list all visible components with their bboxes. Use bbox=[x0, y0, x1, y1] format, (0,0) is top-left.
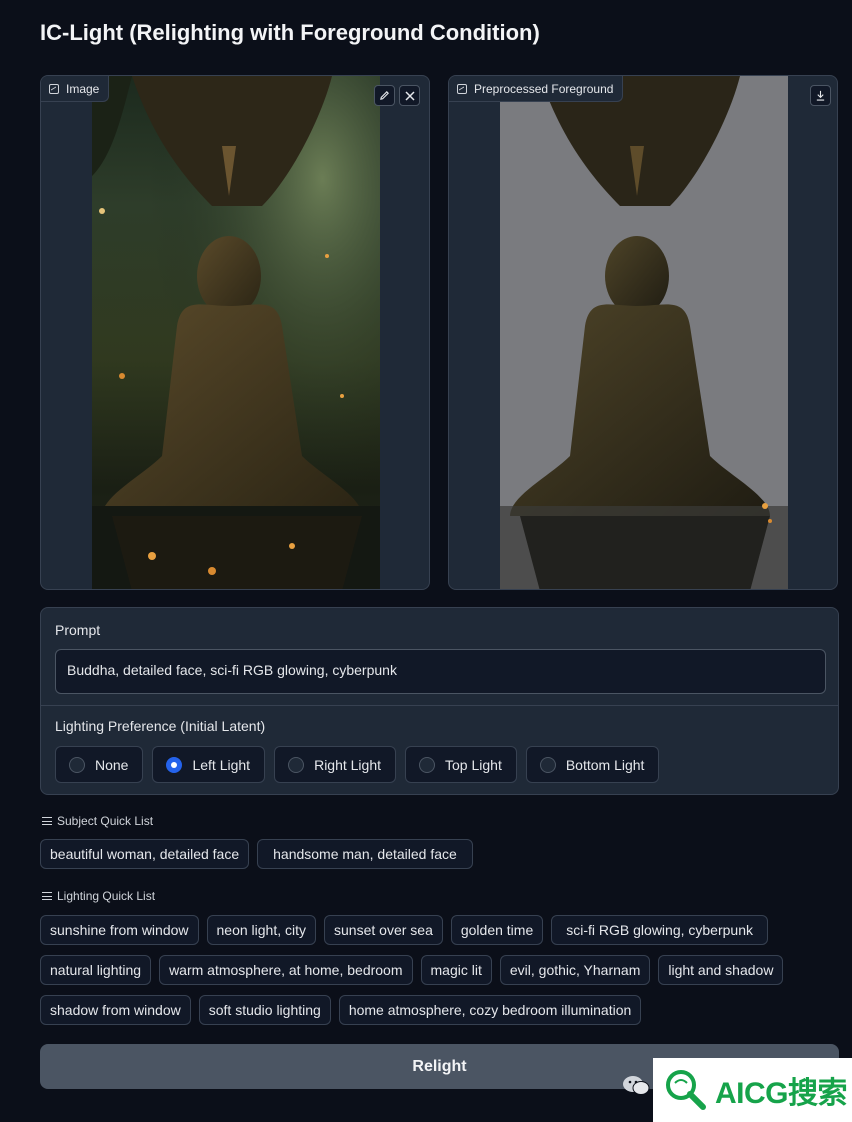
radio-dot bbox=[288, 756, 305, 773]
lighting-preference-radio-group: None Left Light Right Light Top Light Bo… bbox=[55, 746, 660, 783]
image-panel-label-text: Image bbox=[66, 81, 100, 96]
prompt-section: Prompt Buddha, detailed face, sci-fi RGB… bbox=[40, 607, 839, 795]
prompt-input[interactable]: Buddha, detailed face, sci-fi RGB glowin… bbox=[55, 649, 826, 694]
subject-chip[interactable]: handsome man, detailed face bbox=[257, 839, 473, 869]
image-panel-label: Image bbox=[41, 76, 110, 102]
download-button[interactable] bbox=[810, 85, 831, 106]
subject-quick-list-label-text: Subject Quick List bbox=[57, 814, 154, 828]
radio-label: Bottom Light bbox=[565, 756, 645, 773]
buddha-foreground-image bbox=[500, 76, 788, 589]
lighting-chip[interactable]: evil, gothic, Yharnam bbox=[499, 955, 651, 985]
lighting-chip[interactable]: natural lighting bbox=[40, 955, 152, 985]
input-image bbox=[92, 76, 380, 589]
subject-quick-list-label: Subject Quick List bbox=[42, 814, 153, 828]
radio-label: Top Light bbox=[445, 756, 502, 773]
buddha-statue-image bbox=[92, 76, 380, 589]
image-upload-panel[interactable]: Image bbox=[40, 75, 430, 590]
lighting-chip[interactable]: home atmosphere, cozy bedroom illuminati… bbox=[338, 995, 642, 1025]
radio-left-light[interactable]: Left Light bbox=[152, 746, 266, 783]
list-icon bbox=[42, 892, 52, 900]
radio-dot-selected bbox=[166, 756, 183, 773]
clear-image-button[interactable] bbox=[399, 85, 420, 106]
radio-label: None bbox=[95, 756, 129, 773]
subject-chip[interactable]: beautiful woman, detailed face bbox=[40, 839, 250, 869]
watermark-text: AICG搜索 bbox=[715, 1077, 848, 1110]
lighting-chip[interactable]: light and shadow bbox=[658, 955, 784, 985]
image-icon bbox=[457, 83, 467, 94]
radio-dot bbox=[419, 756, 436, 773]
watermark-logo: AICG搜索 bbox=[653, 1058, 852, 1122]
edit-button[interactable] bbox=[374, 85, 395, 106]
lighting-chip[interactable]: sunshine from window bbox=[40, 915, 199, 945]
foreground-image bbox=[500, 76, 788, 589]
lighting-chip[interactable]: golden time bbox=[450, 915, 544, 945]
list-icon bbox=[42, 817, 52, 825]
lighting-chip[interactable]: sci-fi RGB glowing, cyberpunk bbox=[551, 915, 768, 945]
foreground-panel-label-text: Preprocessed Foreground bbox=[474, 81, 614, 96]
wechat-icon bbox=[623, 1076, 650, 1095]
lighting-quick-list: sunshine from window neon light, city su… bbox=[40, 915, 810, 1025]
lighting-quick-list-label: Lighting Quick List bbox=[42, 889, 155, 903]
lighting-chip[interactable]: warm atmosphere, at home, bedroom bbox=[159, 955, 413, 985]
page-title: IC-Light (Relighting with Foreground Con… bbox=[40, 20, 540, 45]
radio-label: Left Light bbox=[192, 756, 251, 773]
radio-top-light[interactable]: Top Light bbox=[405, 746, 517, 783]
lighting-quick-list-label-text: Lighting Quick List bbox=[57, 889, 156, 903]
section-divider bbox=[41, 705, 838, 706]
download-icon bbox=[816, 90, 825, 101]
close-icon bbox=[404, 90, 415, 101]
radio-bottom-light[interactable]: Bottom Light bbox=[525, 746, 660, 783]
lighting-chip[interactable]: neon light, city bbox=[206, 915, 317, 945]
lighting-chip[interactable]: sunset over sea bbox=[324, 915, 443, 945]
lighting-preference-label: Lighting Preference (Initial Latent) bbox=[55, 718, 266, 734]
lighting-chip[interactable]: soft studio lighting bbox=[198, 995, 331, 1025]
radio-none[interactable]: None bbox=[55, 746, 144, 783]
subject-quick-list: beautiful woman, detailed face handsome … bbox=[40, 839, 810, 869]
radio-dot bbox=[69, 756, 85, 773]
prompt-label: Prompt bbox=[55, 622, 101, 638]
pencil-icon bbox=[380, 91, 389, 100]
lighting-chip[interactable]: magic lit bbox=[420, 955, 492, 985]
preprocessed-foreground-panel: Preprocessed Foreground bbox=[448, 75, 838, 590]
lighting-chip[interactable]: shadow from window bbox=[40, 995, 191, 1025]
foreground-panel-label: Preprocessed Foreground bbox=[449, 76, 624, 102]
magnifier-icon bbox=[666, 1070, 706, 1110]
radio-label: Right Light bbox=[314, 756, 382, 773]
radio-right-light[interactable]: Right Light bbox=[274, 746, 397, 783]
radio-dot bbox=[539, 756, 556, 773]
image-icon bbox=[49, 83, 59, 94]
